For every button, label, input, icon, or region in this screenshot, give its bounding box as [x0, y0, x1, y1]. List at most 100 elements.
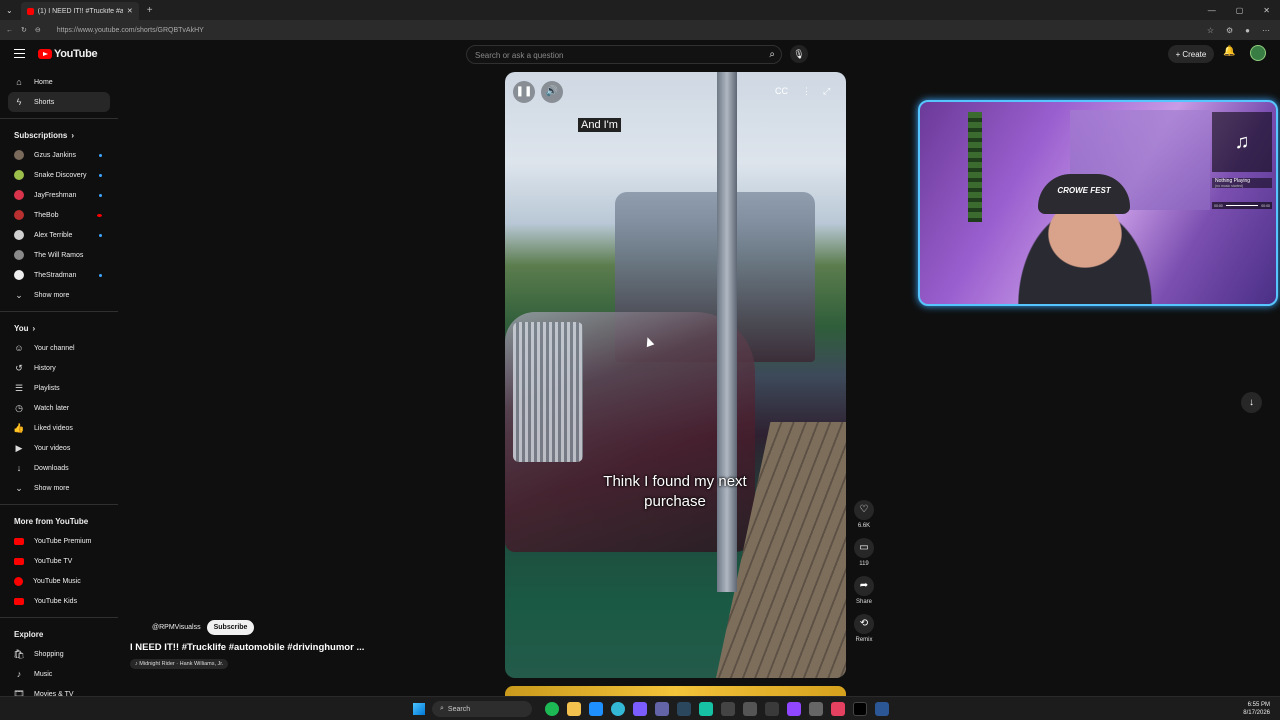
browser-tab-active[interactable]: (1) I NEED IT!! #Truckife #autom ✕: [20, 2, 139, 20]
sidebar-item-jayfreshman[interactable]: JayFreshman: [0, 185, 118, 205]
taskbar-search[interactable]: ⌕ Search: [432, 701, 532, 717]
edge-icon[interactable]: [611, 702, 625, 716]
search-input[interactable]: Search or ask a question ⌕: [466, 45, 782, 64]
extensions-icon[interactable]: ⚙: [1226, 26, 1233, 35]
search-icon[interactable]: ⌕: [769, 49, 775, 60]
twitch-icon[interactable]: [787, 702, 801, 716]
sidebar-item-your-videos[interactable]: ▶ Your videos: [0, 438, 118, 458]
sidebar-item-youtube-music[interactable]: YouTube Music: [0, 571, 118, 591]
remix-action[interactable]: ⟲ Remix: [852, 614, 876, 643]
app-icon[interactable]: [765, 702, 779, 716]
sidebar-item-snake-discovery[interactable]: Snake Discovery: [0, 165, 118, 185]
spotify-icon[interactable]: [545, 702, 559, 716]
reload-icon[interactable]: ↻: [21, 26, 27, 34]
sidebar-item-label: Watch later: [34, 404, 70, 412]
next-short-arrow-down-icon[interactable]: ↓: [1241, 392, 1262, 413]
url-field[interactable]: https://www.youtube.com/shorts/GRQBTvAkH…: [57, 27, 204, 34]
youtube-logo[interactable]: YouTube: [38, 48, 98, 60]
close-window-button[interactable]: ✕: [1263, 6, 1270, 15]
app-icon[interactable]: [699, 702, 713, 716]
channel-handle[interactable]: @RPMVisualss: [152, 624, 201, 631]
hamburger-menu-icon[interactable]: [14, 49, 25, 58]
show-more-you[interactable]: ⌄ Show more: [0, 478, 118, 498]
sidebar-item-playlists[interactable]: ☰ Playlists: [0, 378, 118, 398]
sidebar-item-shorts[interactable]: ϟ Shorts: [8, 92, 110, 112]
profile-icon[interactable]: ●: [1245, 26, 1250, 35]
sidebar-item-youtube-kids[interactable]: YouTube Kids: [0, 591, 118, 611]
app-icon[interactable]: [721, 702, 735, 716]
file-explorer-icon[interactable]: [567, 702, 581, 716]
channel-name: TheStradman: [34, 271, 77, 279]
short-title[interactable]: I NEED IT!! #Trucklife #automobile #driv…: [130, 642, 364, 653]
create-button[interactable]: + Create: [1168, 45, 1214, 63]
more-title: More from YouTube: [14, 516, 89, 526]
music-chip[interactable]: ♪ Midnight Rider · Hank Williams, Jr.: [130, 659, 229, 669]
next-short-preview[interactable]: [505, 686, 846, 696]
comment-action[interactable]: ▭ 119: [852, 538, 876, 567]
now-playing-widget: Nothing Playing (no music started): [1212, 178, 1272, 188]
sidebar-item-watch-later[interactable]: ◷ Watch later: [0, 398, 118, 418]
sidebar-item-home[interactable]: ⌂ Home: [0, 72, 118, 92]
more-from-youtube-heading: More from YouTube: [0, 511, 118, 531]
comment-icon[interactable]: ▭: [854, 538, 874, 558]
steam-icon[interactable]: [677, 702, 691, 716]
remix-icon[interactable]: ⟲: [854, 614, 874, 634]
system-clock[interactable]: 6:55 PM 8/17/2026: [1243, 701, 1270, 717]
volume-button[interactable]: 🔊: [541, 81, 563, 103]
share-action[interactable]: ➦ Share: [852, 576, 876, 605]
app-icon[interactable]: [743, 702, 757, 716]
new-tab-button[interactable]: +: [147, 5, 153, 16]
you-heading[interactable]: You ›: [0, 318, 118, 338]
sidebar-item-music[interactable]: ♪ Music: [0, 664, 118, 684]
show-more-subscriptions[interactable]: ⌄ Show more: [0, 285, 118, 305]
fullscreen-icon[interactable]: ⤢: [823, 86, 830, 97]
app-icon[interactable]: [875, 702, 889, 716]
explore-heading: Explore: [0, 624, 118, 644]
sidebar-item-thestradman[interactable]: TheStradman: [0, 265, 118, 285]
sidebar-item-gzus-jankins[interactable]: Gzus Jankins: [0, 145, 118, 165]
channel-name: The Will Ramos: [34, 251, 84, 259]
now-playing-progress: 00:00 00:00: [1212, 202, 1272, 209]
sidebar-item-liked-videos[interactable]: 👍 Liked videos: [0, 418, 118, 438]
back-icon[interactable]: ←: [6, 27, 13, 34]
tab-list-icon[interactable]: ⌄: [6, 6, 13, 15]
sidebar-item-label: Home: [34, 78, 53, 86]
app-icon[interactable]: [809, 702, 823, 716]
new-content-dot: [99, 153, 102, 157]
subscriptions-heading[interactable]: Subscriptions ›: [0, 125, 118, 145]
more-options-icon[interactable]: ⋮: [802, 86, 811, 97]
notifications-bell-icon[interactable]: 🔔: [1223, 46, 1235, 57]
account-avatar[interactable]: [1250, 45, 1266, 61]
sidebar-item-shopping[interactable]: 🛍 Shopping: [0, 644, 118, 664]
browser-toolbar-icons: ☆ ⚙ ● ⋯: [1207, 26, 1280, 35]
like-action[interactable]: ♡ 6.6K: [852, 500, 876, 529]
share-icon[interactable]: ➦: [854, 576, 874, 596]
sidebar-item-youtube-premium[interactable]: YouTube Premium: [0, 531, 118, 551]
divider: [0, 617, 118, 618]
sidebar-item-your-channel[interactable]: ☺ Your channel: [0, 338, 118, 358]
sidebar-item-youtube-tv[interactable]: YouTube TV: [0, 551, 118, 571]
app-icon[interactable]: [831, 702, 845, 716]
sidebar-item-alex-terrible[interactable]: Alex Terrible: [0, 225, 118, 245]
close-tab-icon[interactable]: ✕: [127, 7, 133, 15]
heart-icon[interactable]: ♡: [854, 500, 874, 520]
more-icon[interactable]: ⋯: [1262, 26, 1270, 35]
maximize-button[interactable]: ▢: [1236, 6, 1244, 15]
app-icon[interactable]: [589, 702, 603, 716]
sidebar-item-history[interactable]: ↺ History: [0, 358, 118, 378]
tiktok-icon[interactable]: [853, 702, 867, 716]
windows-start-icon[interactable]: [413, 703, 425, 715]
sidebar-item-the-will-ramos[interactable]: The Will Ramos: [0, 245, 118, 265]
subscribe-button[interactable]: Subscribe: [206, 620, 255, 635]
sidebar-item-downloads[interactable]: ↓ Downloads: [0, 458, 118, 478]
site-info-icon[interactable]: ⊖: [35, 26, 41, 34]
shorts-video-player[interactable]: ❚❚ 🔊 CC ⋮ ⤢ And I'm Think I found my nex…: [505, 72, 846, 678]
closed-captions-button[interactable]: CC: [775, 86, 788, 96]
voice-search-icon[interactable]: 🎙: [790, 45, 808, 63]
pause-button[interactable]: ❚❚: [513, 81, 535, 103]
discord-icon[interactable]: [633, 702, 647, 716]
sidebar-item-thebob[interactable]: TheBob: [0, 205, 118, 225]
minimize-button[interactable]: —: [1208, 6, 1216, 15]
favorites-icon[interactable]: ☆: [1207, 26, 1214, 35]
app-icon[interactable]: [655, 702, 669, 716]
